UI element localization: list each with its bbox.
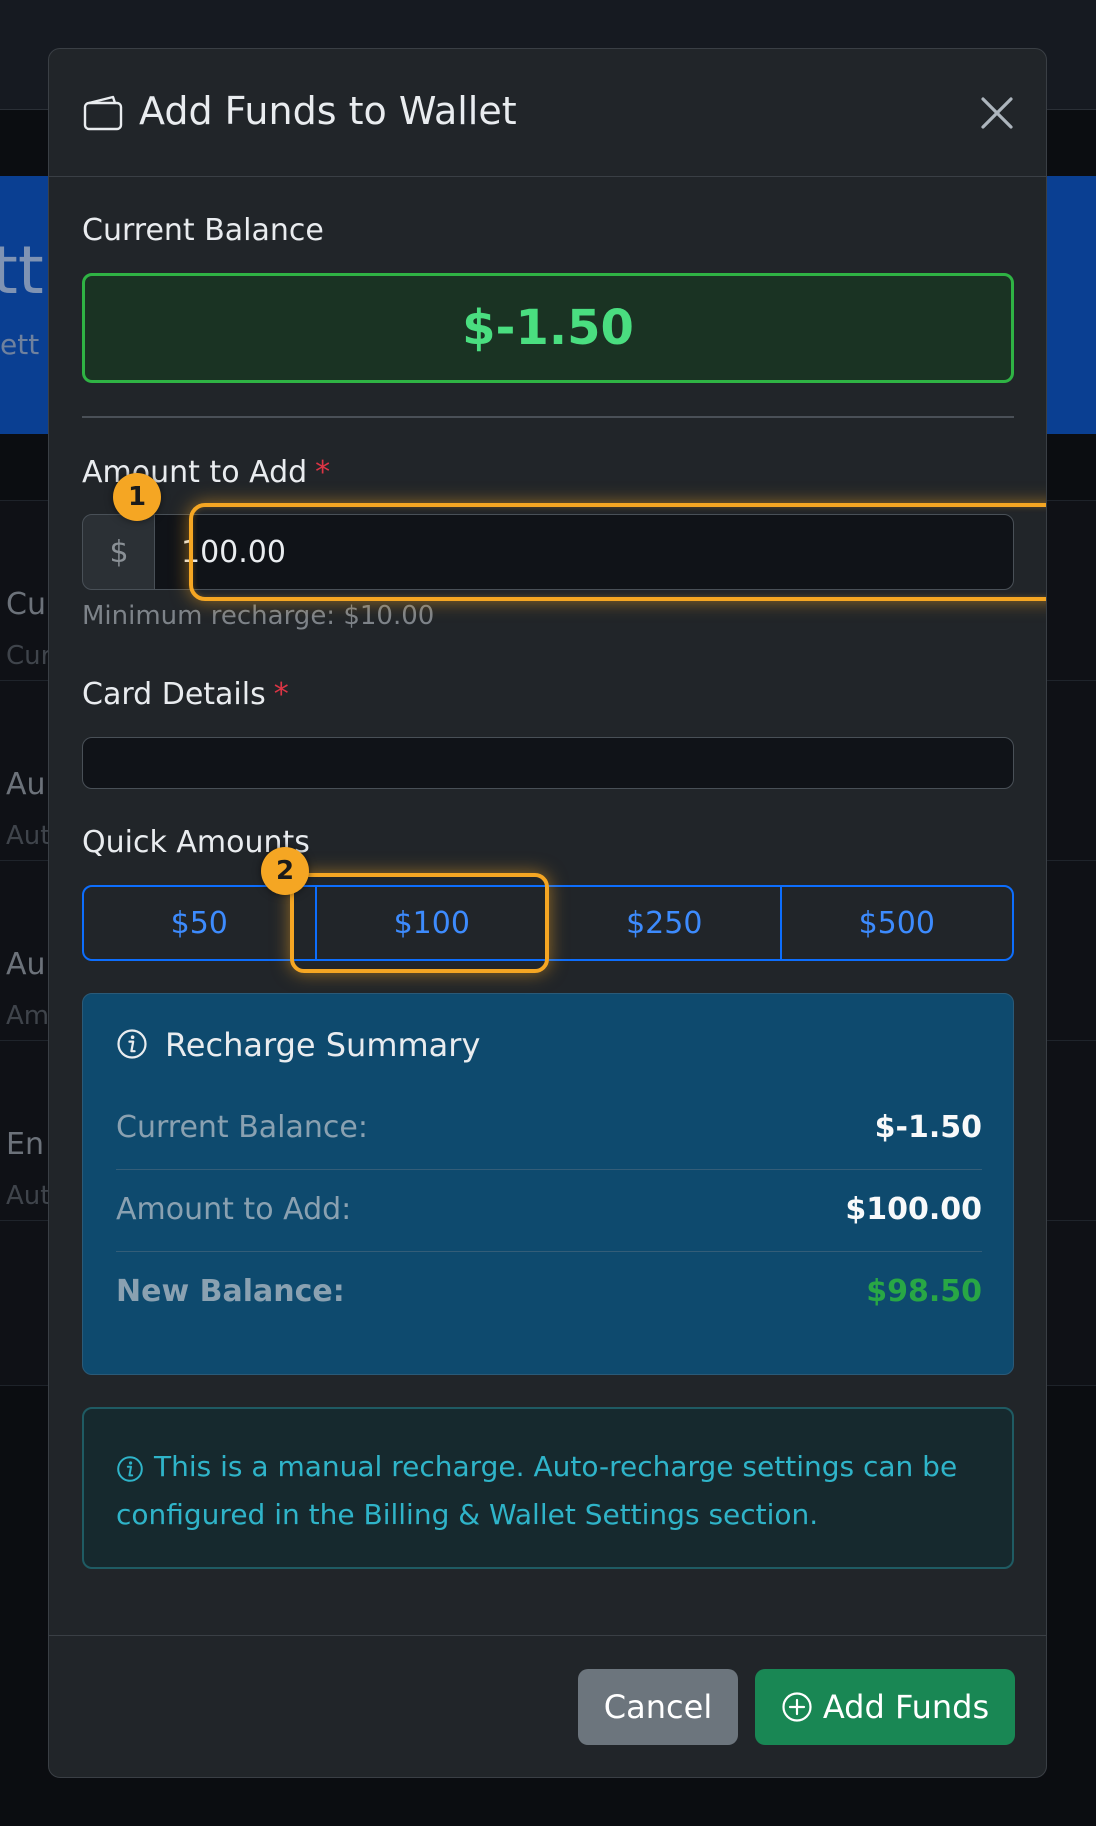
info-alert-text: This is a manual recharge. Auto-recharge… <box>116 1450 958 1531</box>
background-row-title: Au <box>6 767 46 802</box>
summary-row: Current Balance: $-1.50 <box>116 1088 982 1170</box>
background-row-title: Au <box>6 947 46 982</box>
summary-row-label: Amount to Add: <box>116 1192 352 1227</box>
new-balance-value: $98.50 <box>866 1274 982 1309</box>
card-details-field[interactable] <box>82 737 1014 789</box>
quick-amounts-group: $50 $100 $250 $500 <box>82 885 1014 961</box>
quick-amount-500-button[interactable]: $500 <box>779 887 1013 959</box>
background-row-title: Cu <box>6 587 46 622</box>
amount-input-group: $ <box>82 514 1014 590</box>
summary-row: New Balance: $98.50 <box>116 1252 982 1334</box>
cancel-button[interactable]: Cancel <box>578 1669 738 1745</box>
required-marker: * <box>273 677 289 712</box>
background-row-subtitle: Am <box>6 1001 50 1031</box>
summary-row-value: $-1.50 <box>874 1110 982 1145</box>
summary-row-value: $100.00 <box>845 1192 982 1227</box>
card-details-label-text: Card Details <box>82 677 266 712</box>
modal-header: Add Funds to Wallet <box>49 49 1046 177</box>
annotation-badge-1: 1 <box>113 473 161 521</box>
background-row-subtitle: Aut <box>6 1181 51 1211</box>
modal-title: Add Funds to Wallet <box>139 89 517 133</box>
close-icon[interactable] <box>977 93 1017 133</box>
current-balance-value: $-1.50 <box>462 300 634 356</box>
plus-circle-icon <box>782 1692 812 1722</box>
required-marker: * <box>315 455 331 490</box>
manual-recharge-info-alert: This is a manual recharge. Auto-recharge… <box>82 1407 1014 1569</box>
add-funds-modal: Add Funds to Wallet Current Balance $-1.… <box>48 48 1047 1778</box>
modal-footer: Cancel Add Funds <box>49 1635 1046 1777</box>
summary-row: Amount to Add: $100.00 <box>116 1170 982 1252</box>
recharge-summary-card: Recharge Summary Current Balance: $-1.50… <box>82 993 1014 1375</box>
background-hero-title: tt <box>0 232 44 309</box>
quick-amount-50-button[interactable]: $50 <box>84 887 315 959</box>
quick-amount-250-button[interactable]: $250 <box>547 887 780 959</box>
info-circle-icon <box>117 1029 147 1059</box>
section-divider <box>82 416 1014 418</box>
card-details-label: Card Details * <box>82 677 289 712</box>
current-balance-display: $-1.50 <box>82 273 1014 383</box>
add-funds-button[interactable]: Add Funds <box>755 1669 1015 1745</box>
summary-row-label: New Balance: <box>116 1274 345 1309</box>
wallet-icon <box>83 95 123 131</box>
background-row-subtitle: Aut <box>6 821 51 851</box>
minimum-recharge-help: Minimum recharge: $10.00 <box>82 601 435 631</box>
background-row-title: En <box>6 1127 44 1162</box>
background-row-subtitle: Cur <box>6 641 52 671</box>
add-funds-label: Add Funds <box>822 1688 990 1726</box>
summary-title: Recharge Summary <box>165 1026 481 1064</box>
quick-amount-100-button[interactable]: $100 <box>314 887 548 959</box>
background-hero-subtitle: ett <box>0 328 40 361</box>
annotation-badge-2: 2 <box>261 847 309 895</box>
summary-row-label: Current Balance: <box>116 1110 368 1145</box>
amount-input[interactable] <box>154 514 1014 590</box>
current-balance-label: Current Balance <box>82 213 324 248</box>
currency-prefix: $ <box>82 514 156 590</box>
